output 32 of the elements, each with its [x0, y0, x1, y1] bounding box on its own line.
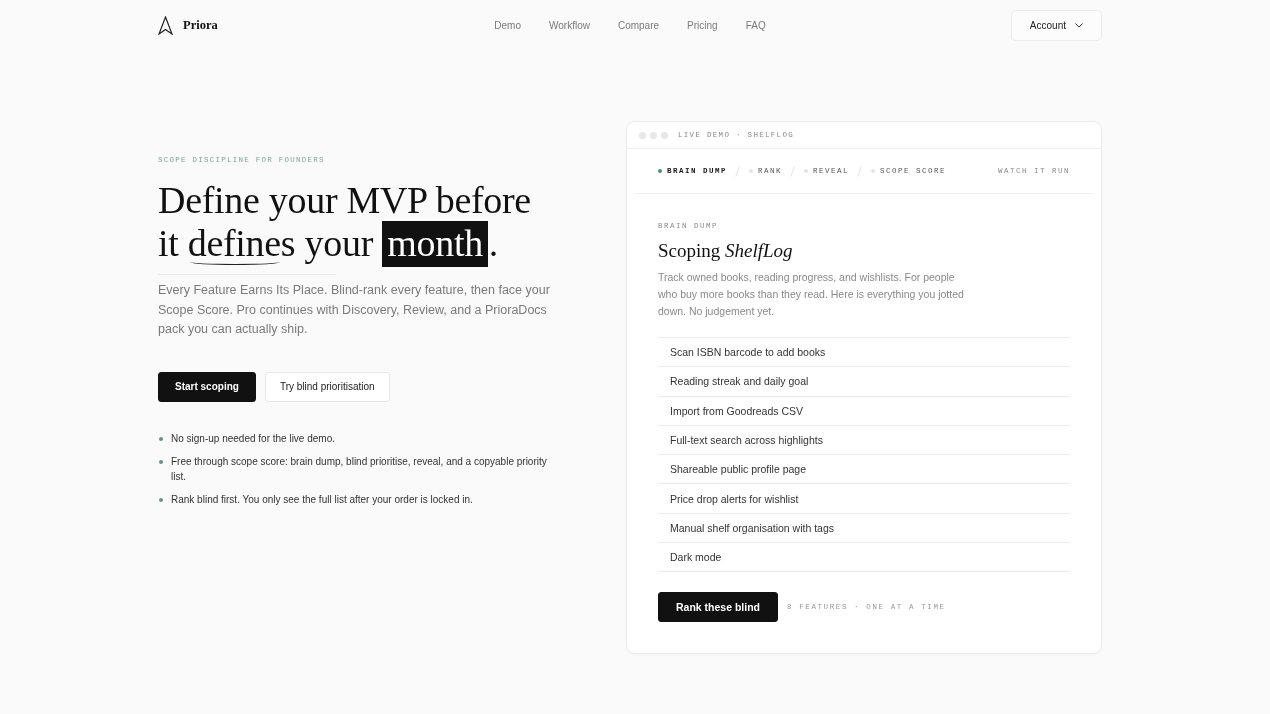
secondary-button[interactable]: Try blind prioritisation [264, 371, 390, 402]
primary-button[interactable]: Start scoping [158, 371, 256, 402]
feature-item: Import from Goodreads CSV [658, 396, 1070, 426]
account-button[interactable]: Account [1010, 10, 1102, 41]
arrowhead-icon [158, 16, 173, 35]
chevron-down-icon [1075, 23, 1083, 28]
note-text: Rank blind first. You only see the full list after your order is locked in. [171, 492, 474, 507]
nav-link[interactable]: FAQ [745, 20, 766, 31]
feature-item: Full-text search across highlights [658, 425, 1070, 456]
step-dot-icon [658, 169, 662, 173]
note-text: Free through scope score: brain dump, blind prioritise, reveal, and a copyable priority list. [171, 454, 548, 484]
nav-link[interactable]: Demo [494, 20, 521, 31]
feature-item: Shareable public profile page [658, 455, 1070, 485]
bullet-icon [159, 459, 163, 464]
bullet-icon [159, 497, 163, 502]
feature-item: Price drop alerts for wishlist [658, 484, 1070, 514]
nav-link[interactable]: Compare [617, 20, 660, 31]
feature-item: Dark mode [658, 543, 1070, 573]
hero-headline: Define your MVP before it defines your month. [158, 179, 558, 265]
demo-title: Scoping ShelfLog [658, 239, 793, 263]
hero-lede: Every Feature Earns Its Place. Blind-rank every feature, then face your Scope Score. Pro continues with Discovery, Review, and a PrioraDocs pack you can actually ship. [158, 282, 551, 338]
rank-button[interactable]: Rank these blind [658, 592, 778, 623]
feature-item: Manual shelf organisation with tags [658, 513, 1070, 544]
bullet-icon [159, 436, 163, 441]
nav-link[interactable]: Pricing [687, 20, 718, 31]
note-text: No sign-up needed for the live demo. [171, 431, 336, 446]
window-dots-icon [639, 131, 668, 139]
feature-item: Reading streak and daily goal [658, 367, 1070, 397]
demo-description: Track owned books, reading progress, and wishlists. For people who buy more books than they read. Here is everything you jotted down. No judgement yet. [658, 270, 964, 319]
feature-item: Scan ISBN barcode to add books [658, 338, 1070, 368]
nav-link[interactable]: Workflow [549, 20, 590, 31]
brand-name[interactable]: Priora [183, 18, 218, 33]
